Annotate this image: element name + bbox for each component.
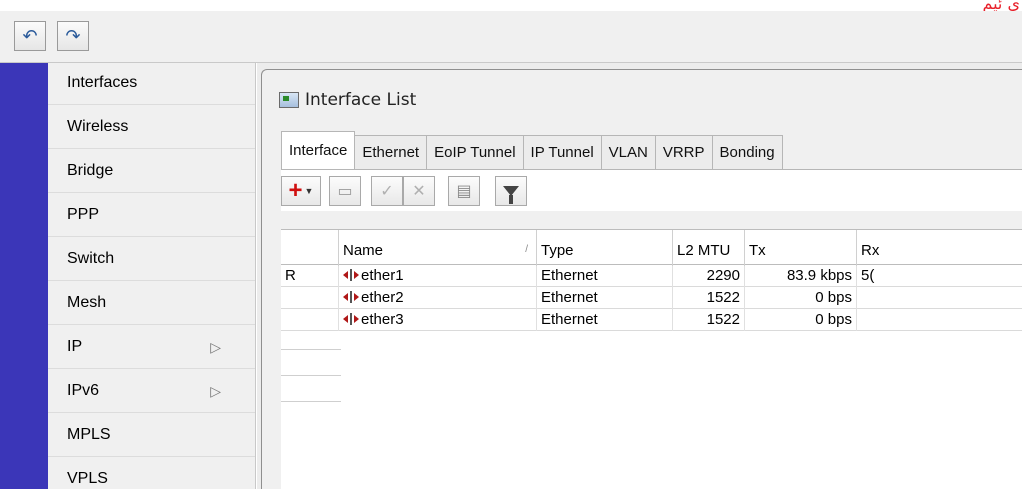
tab-eoip-tunnel[interactable]: EoIP Tunnel xyxy=(426,135,524,169)
row-type: Ethernet xyxy=(537,265,673,287)
submenu-arrow-icon: ▷ xyxy=(210,339,221,355)
row-l2-mtu: 2290 xyxy=(673,265,745,287)
row-name-text: ether1 xyxy=(361,267,404,284)
row-name: ether2 xyxy=(339,287,537,309)
empty-row-line xyxy=(281,375,341,376)
column-name[interactable]: Name / xyxy=(339,230,537,266)
comment-button[interactable]: ▤ xyxy=(448,176,480,206)
remove-button[interactable]: ▭ xyxy=(329,176,361,206)
sidebar-item-label: Wireless xyxy=(67,118,129,135)
tab-vrrp[interactable]: VRRP xyxy=(654,135,713,169)
minus-icon: ▭ xyxy=(337,183,353,200)
row-tx: 0 bps xyxy=(745,287,857,309)
check-icon: ✓ xyxy=(380,183,394,200)
row-tx: 83.9 kbps xyxy=(745,265,857,287)
sidebar-item-label: VPLS xyxy=(67,470,108,487)
tab-bonding[interactable]: Bonding xyxy=(711,135,783,169)
row-l2-mtu: 1522 xyxy=(673,287,745,309)
top-toolbar: ↶ ↷ xyxy=(0,11,1022,63)
row-name-text: ether2 xyxy=(361,289,404,306)
column-name-label: Name xyxy=(343,242,384,259)
tab-interface[interactable]: Interface xyxy=(281,131,356,169)
tab-bar: Interface Ethernet EoIP Tunnel IP Tunnel… xyxy=(281,131,783,169)
sidebar-item-switch[interactable]: Switch xyxy=(48,237,255,281)
disable-button[interactable]: ✕ xyxy=(403,176,435,206)
row-flag xyxy=(281,309,339,331)
ethernet-icon xyxy=(343,291,359,303)
row-rx xyxy=(857,287,1022,309)
row-l2-mtu: 1522 xyxy=(673,309,745,331)
redo-button[interactable]: ↷ xyxy=(57,21,89,51)
column-rx[interactable]: Rx xyxy=(857,230,1022,266)
sidebar-brand-strip xyxy=(0,63,48,489)
main-area: Interface List Interface Ethernet EoIP T… xyxy=(257,63,1022,489)
row-name: ether3 xyxy=(339,309,537,331)
ethernet-icon xyxy=(343,269,359,281)
submenu-arrow-icon: ▷ xyxy=(210,383,221,399)
column-type[interactable]: Type xyxy=(537,230,673,266)
enable-button[interactable]: ✓ xyxy=(371,176,403,206)
sidebar-item-ppp[interactable]: PPP xyxy=(48,193,255,237)
redo-icon: ↷ xyxy=(65,25,81,46)
row-tx: 0 bps xyxy=(745,309,857,331)
filter-button[interactable] xyxy=(495,176,527,206)
row-flag xyxy=(281,287,339,309)
sidebar-item-bridge[interactable]: Bridge xyxy=(48,149,255,193)
cross-icon: ✕ xyxy=(412,183,426,200)
sidebar-item-label: MPLS xyxy=(67,426,111,443)
sidebar-item-vpls[interactable]: VPLS xyxy=(48,457,255,489)
table-header: Name / Type L2 MTU Tx Rx xyxy=(281,229,1022,266)
sidebar-item-label: Switch xyxy=(67,250,115,267)
tab-ip-tunnel[interactable]: IP Tunnel xyxy=(522,135,602,169)
row-name-text: ether3 xyxy=(361,311,404,328)
chevron-down-icon: ▼ xyxy=(304,186,314,196)
column-l2-mtu[interactable]: L2 MTU xyxy=(673,230,745,266)
row-flag: R xyxy=(281,265,339,287)
ethernet-icon xyxy=(343,313,359,325)
window-icon xyxy=(279,92,299,108)
undo-button[interactable]: ↶ xyxy=(14,21,46,51)
sidebar-item-mesh[interactable]: Mesh xyxy=(48,281,255,325)
sidebar-item-wireless[interactable]: Wireless xyxy=(48,105,255,149)
row-rx: 5( xyxy=(857,265,1022,287)
table-row[interactable]: ether3 Ethernet 1522 0 bps xyxy=(281,309,1022,331)
empty-row-line xyxy=(281,349,341,350)
sidebar-item-label: Mesh xyxy=(67,294,107,311)
sort-indicator-icon: / xyxy=(525,244,528,255)
sidebar-menu: Interfaces Wireless Bridge PPP Switch Me… xyxy=(48,63,256,489)
sidebar-item-interfaces[interactable]: Interfaces xyxy=(48,63,255,105)
table-row[interactable]: ether2 Ethernet 1522 0 bps xyxy=(281,287,1022,309)
sidebar-item-label: Interfaces xyxy=(67,74,138,91)
sidebar-item-label: IPv6 xyxy=(67,382,100,399)
interface-table: Name / Type L2 MTU Tx Rx R ether1 Etherne… xyxy=(281,229,1022,489)
add-button[interactable]: + ▼ xyxy=(281,176,321,206)
empty-table-area xyxy=(281,331,1022,451)
plus-icon: + xyxy=(288,177,303,204)
sidebar-item-ip[interactable]: IP ▷ xyxy=(48,325,255,369)
row-rx xyxy=(857,309,1022,331)
tab-vlan[interactable]: VLAN xyxy=(600,135,656,169)
tab-ethernet[interactable]: Ethernet xyxy=(354,135,428,169)
empty-row-line xyxy=(281,401,341,402)
undo-icon: ↶ xyxy=(22,25,38,46)
window-title: Interface List xyxy=(279,90,416,110)
row-type: Ethernet xyxy=(537,287,673,309)
filter-icon xyxy=(503,186,519,204)
sidebar-item-label: IP xyxy=(67,338,83,355)
column-flags[interactable] xyxy=(281,230,339,266)
sidebar-item-mpls[interactable]: MPLS xyxy=(48,413,255,457)
list-toolbar: + ▼ ▭ ✓ ✕ ▤ xyxy=(281,169,1022,211)
row-name: ether1 xyxy=(339,265,537,287)
row-type: Ethernet xyxy=(537,309,673,331)
sidebar-item-ipv6[interactable]: IPv6 ▷ xyxy=(48,369,255,413)
table-row[interactable]: R ether1 Ethernet 2290 83.9 kbps 5( xyxy=(281,265,1022,287)
comment-icon: ▤ xyxy=(456,183,472,200)
sidebar-item-label: PPP xyxy=(67,206,100,223)
sidebar-item-label: Bridge xyxy=(67,162,114,179)
window-title-text: Interface List xyxy=(305,90,417,110)
column-tx[interactable]: Tx xyxy=(745,230,857,266)
